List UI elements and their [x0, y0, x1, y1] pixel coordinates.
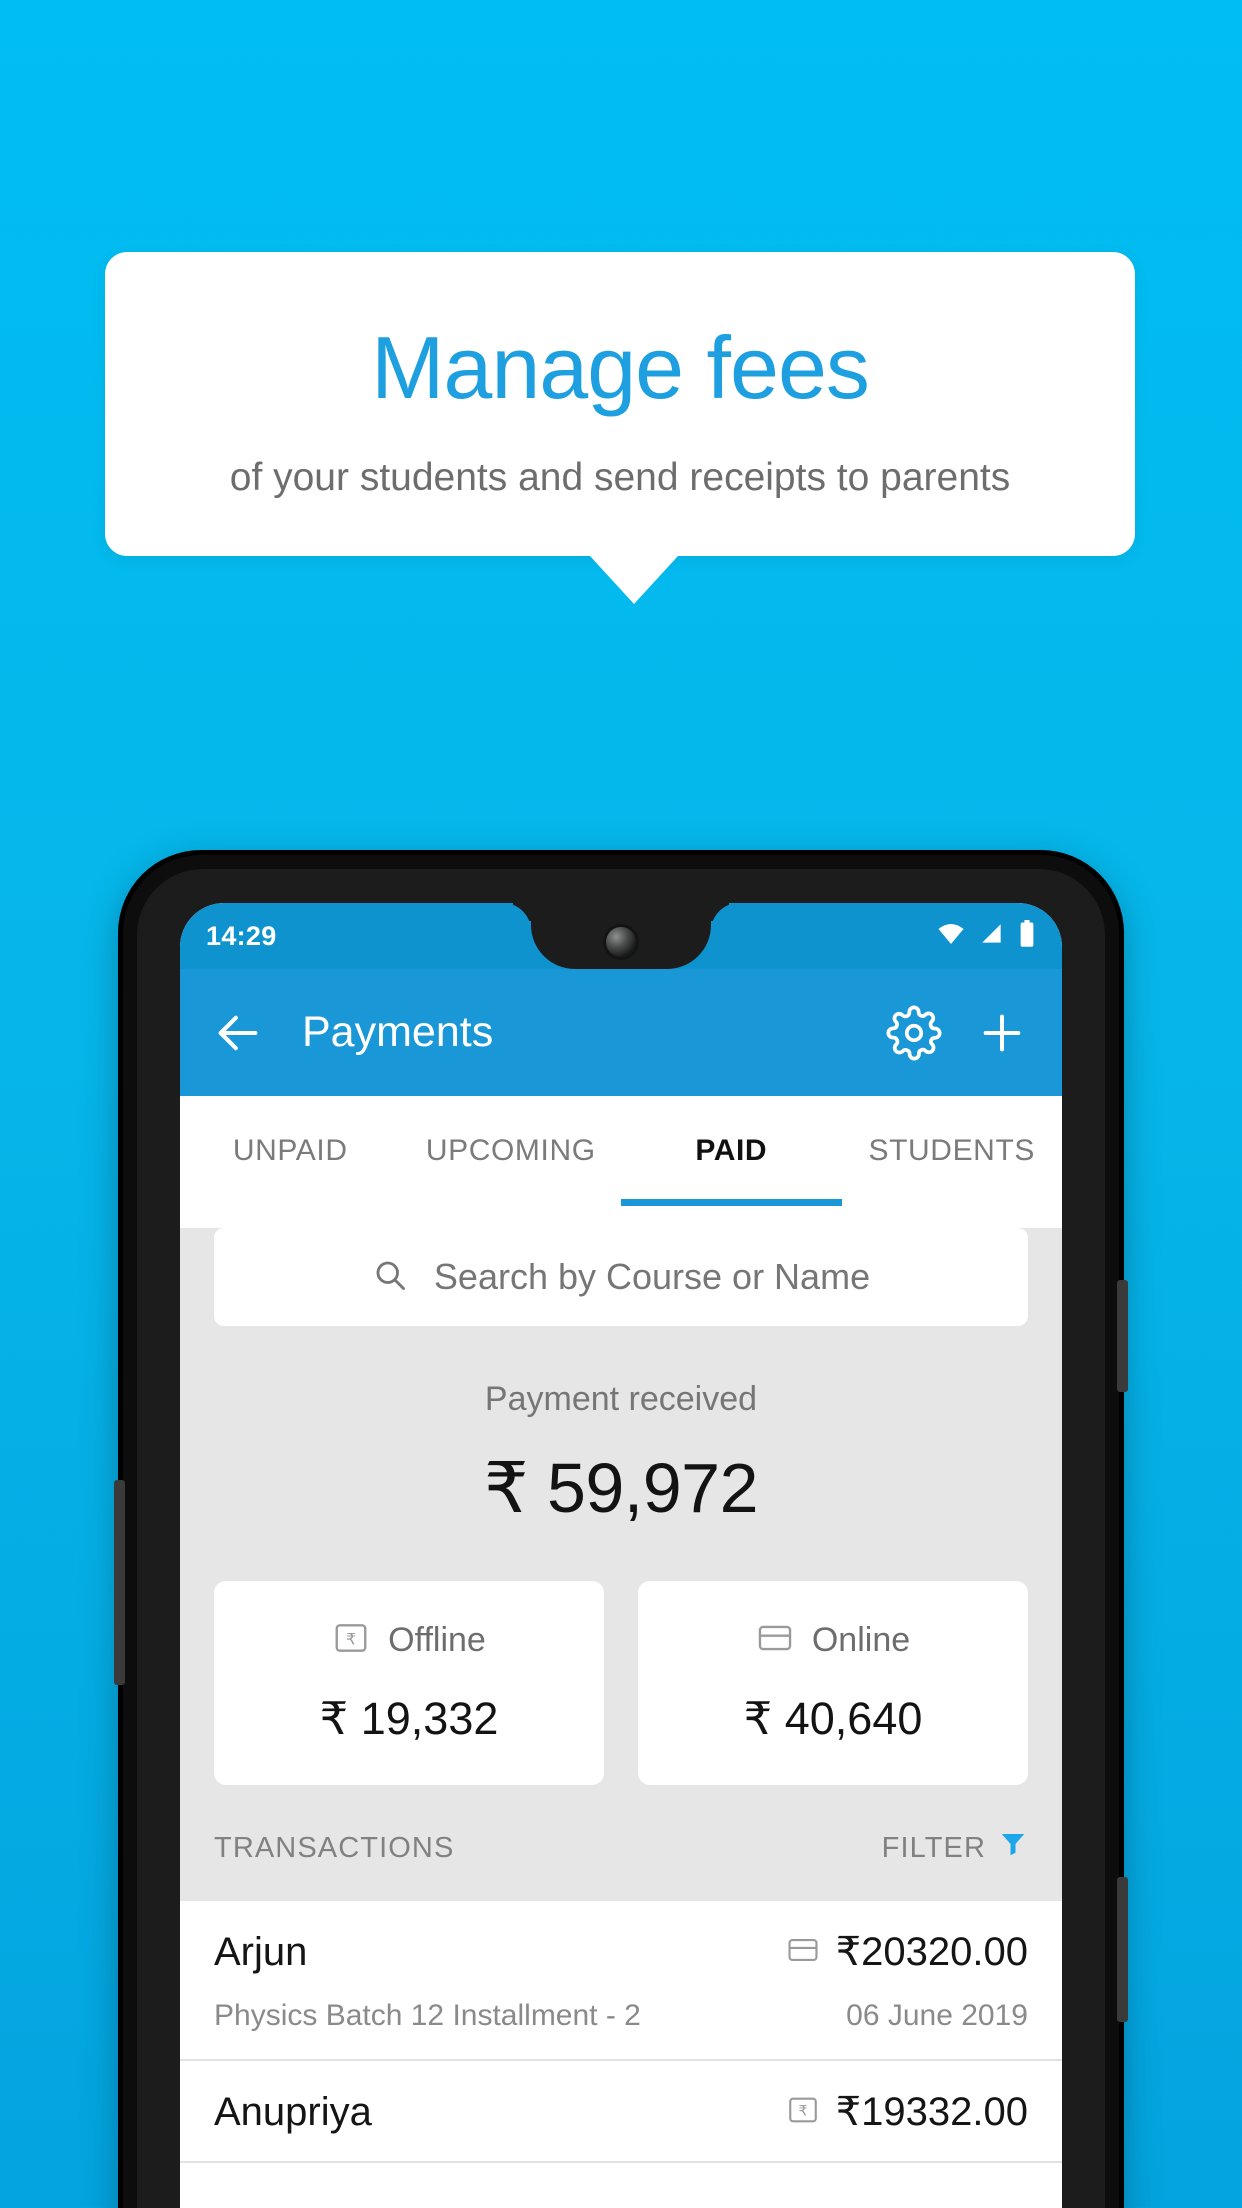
status-time: 14:29 — [206, 920, 277, 951]
online-label: Online — [811, 1621, 911, 1659]
online-card[interactable]: Online ₹ 40,640 — [638, 1581, 1028, 1785]
search-placeholder: Search by Course or Name — [433, 1256, 871, 1297]
wifi-icon — [936, 919, 966, 954]
online-card-icon — [756, 1619, 794, 1662]
funnel-icon — [998, 1829, 1028, 1867]
summary-label: Payment received — [484, 1380, 758, 1418]
offline-amount: ₹ 19,332 — [319, 1693, 499, 1744]
svg-text:₹: ₹ — [346, 1629, 356, 1648]
transactions-title: TRANSACTIONS — [214, 1831, 455, 1864]
promo-card: Manage fees of your students and send re… — [105, 252, 1135, 557]
signal-icon — [979, 921, 1005, 952]
offline-label: Offline — [388, 1621, 486, 1659]
online-card-icon — [786, 1933, 820, 1972]
transactions-header: TRANSACTIONS FILTER — [180, 1785, 1062, 1901]
filter-label: FILTER — [881, 1831, 986, 1864]
promo-subtitle: of your students and send receipts to pa… — [229, 456, 1011, 500]
phone-bezel: 14:29 Payments UNPAID UPCOMING PAID STUD… — [137, 869, 1105, 2208]
gear-icon[interactable] — [886, 1005, 942, 1061]
back-arrow-icon[interactable] — [212, 1007, 264, 1059]
svg-text:₹: ₹ — [798, 2103, 807, 2119]
offline-cash-icon: ₹ — [786, 2093, 820, 2132]
transaction-description: Physics Batch 12 Installment - 2 — [214, 1999, 641, 2032]
page-content: Search by Course or Name Payment receive… — [180, 1228, 1062, 2163]
offline-cash-icon: ₹ — [332, 1619, 370, 1662]
notch — [531, 903, 711, 969]
phone-mockup: 14:29 Payments UNPAID UPCOMING PAID STUD… — [114, 855, 1128, 2208]
battery-icon — [1018, 919, 1036, 953]
tab-students[interactable]: STUDENTS — [842, 1096, 1063, 1206]
transaction-amount: ₹20320.00 — [835, 1930, 1028, 1974]
search-input[interactable]: Search by Course or Name — [214, 1228, 1028, 1326]
filter-button[interactable]: FILTER — [882, 1829, 1028, 1867]
tab-unpaid[interactable]: UNPAID — [180, 1096, 401, 1206]
volume-button[interactable] — [1117, 1877, 1128, 2022]
app-bar: Payments — [180, 969, 1062, 1096]
transaction-date: 06 June 2019 — [846, 1999, 1028, 2032]
power-button[interactable] — [1117, 1280, 1128, 1392]
transaction-name: Anupriya — [214, 2089, 372, 2134]
app-bar-title: Payments — [302, 1008, 494, 1056]
online-amount: ₹ 40,640 — [743, 1693, 923, 1744]
summary-amount: ₹ 59,972 — [483, 1449, 759, 1527]
method-cards: ₹ Offline ₹ 19,332 Online ₹ 40,640 — [180, 1541, 1062, 1785]
callout-tail-icon — [590, 556, 678, 605]
transactions-list: Arjun ₹20320.00 Physics Batch 12 Install… — [180, 1901, 1062, 2163]
front-camera-icon — [606, 927, 636, 957]
plus-icon[interactable] — [974, 1005, 1030, 1061]
tab-bar: UNPAID UPCOMING PAID STUDENTS — [180, 1096, 1062, 1206]
page-title: Manage fees — [371, 318, 870, 417]
transaction-name: Arjun — [214, 1929, 308, 1974]
phone-screen: 14:29 Payments UNPAID UPCOMING PAID STUD… — [180, 903, 1062, 2208]
offline-card[interactable]: ₹ Offline ₹ 19,332 — [214, 1581, 604, 1785]
left-side-button[interactable] — [114, 1480, 125, 1685]
tab-paid[interactable]: PAID — [621, 1096, 842, 1206]
transaction-amount: ₹19332.00 — [835, 2090, 1028, 2134]
promo-callout: Manage fees of your students and send re… — [105, 252, 1135, 605]
status-icons — [936, 919, 1036, 954]
payment-summary: Payment received ₹ 59,972 — [180, 1326, 1062, 1541]
table-row[interactable]: Arjun ₹20320.00 Physics Batch 12 Install… — [180, 1901, 1062, 2061]
search-icon — [372, 1257, 408, 1298]
tab-upcoming[interactable]: UPCOMING — [401, 1096, 622, 1206]
table-row[interactable]: Anupriya ₹ ₹19332.00 — [180, 2061, 1062, 2163]
